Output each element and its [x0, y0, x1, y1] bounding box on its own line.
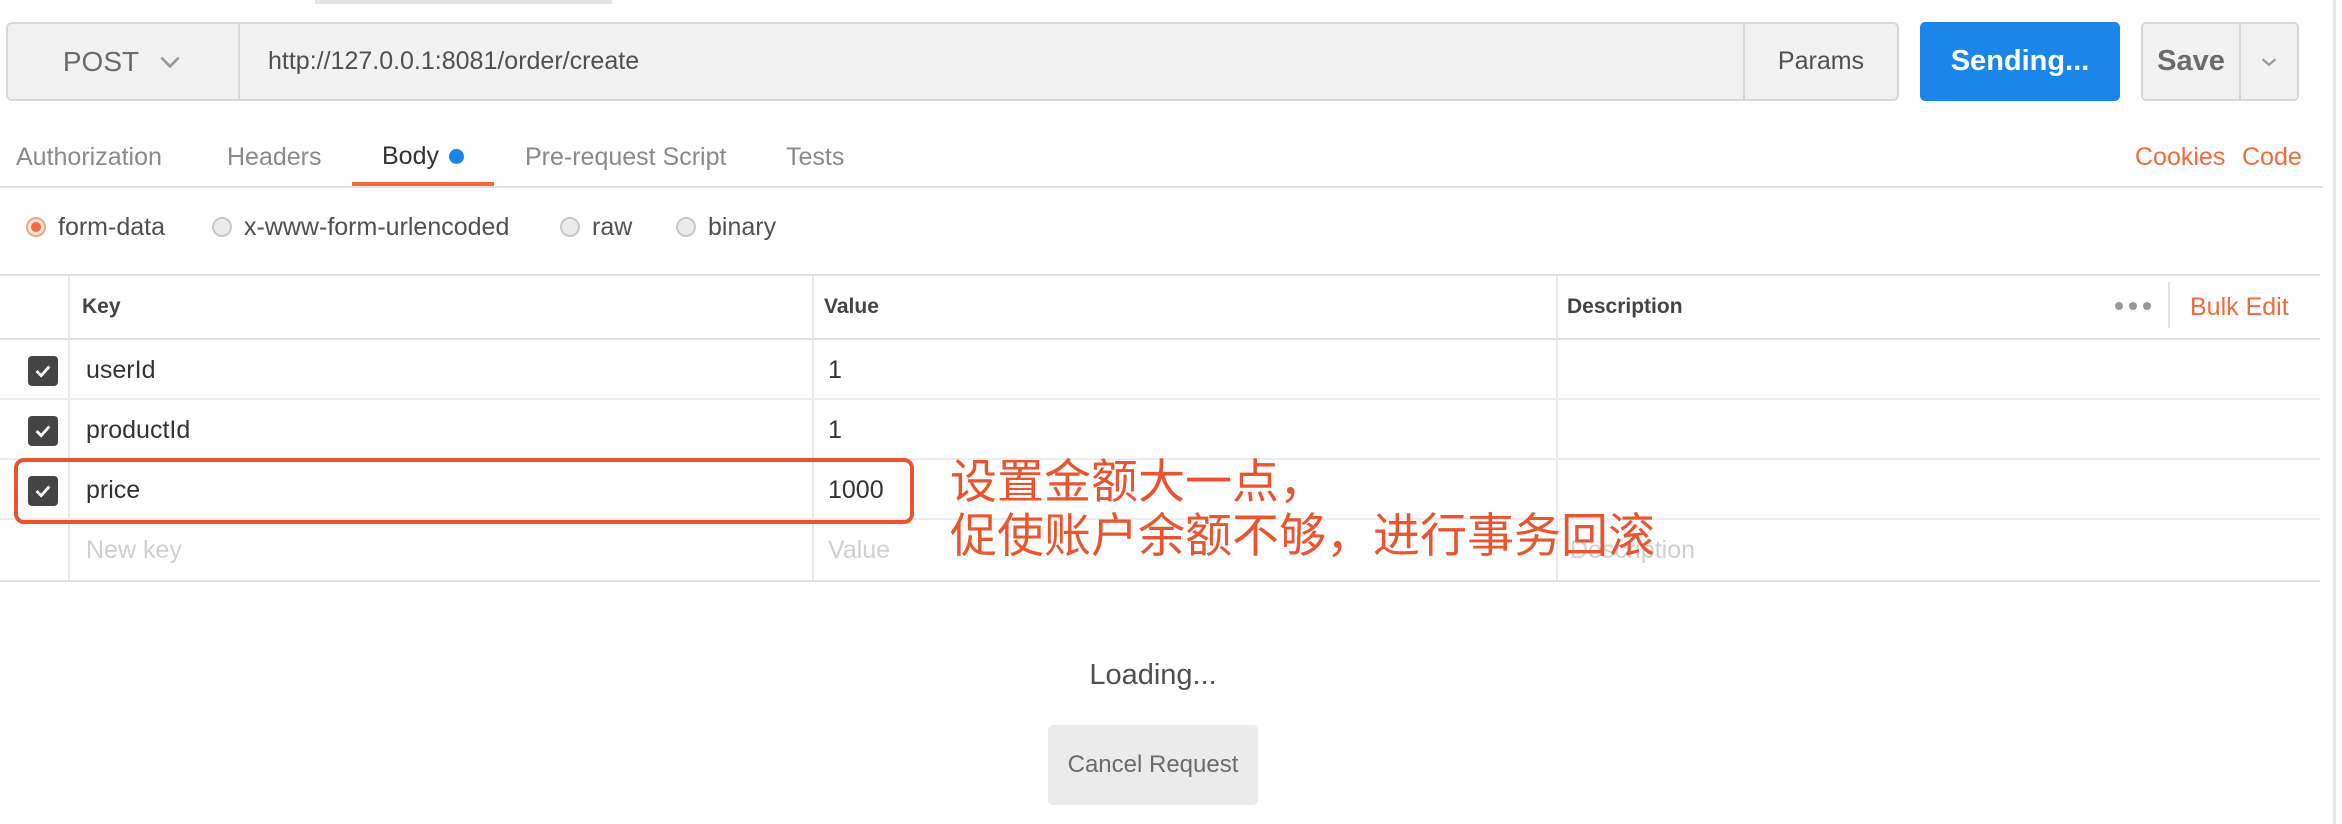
code-link[interactable]: Code — [2242, 130, 2302, 184]
send-button[interactable]: Sending... — [1920, 22, 2120, 101]
url-input[interactable]: http://127.0.0.1:8081/order/create — [240, 24, 1745, 99]
annotation-highlight-box — [14, 458, 914, 524]
tab-label: Tests — [786, 142, 845, 171]
column-divider — [812, 276, 814, 580]
row-checkbox[interactable] — [28, 356, 58, 386]
tab-authorization[interactable]: Authorization — [16, 130, 162, 184]
new-value-input[interactable]: Value — [828, 520, 890, 580]
value-cell[interactable]: 1 — [828, 340, 842, 400]
tab-label: Body — [382, 141, 439, 170]
tab-body[interactable]: Body — [352, 130, 494, 186]
loading-status: Loading... — [1089, 658, 1217, 691]
row-checkbox[interactable] — [28, 416, 58, 446]
radio-label: raw — [592, 212, 633, 241]
radio-label: form-data — [58, 212, 165, 241]
radio-x-www-form-urlencoded[interactable]: x-www-form-urlencoded — [212, 200, 509, 254]
body-mode-options: form-data x-www-form-urlencoded raw bina… — [0, 200, 2323, 254]
tab-pre-request-script[interactable]: Pre-request Script — [525, 130, 726, 184]
header-divider — [0, 338, 2320, 340]
params-button[interactable]: Params — [1745, 24, 1897, 99]
key-cell[interactable]: userId — [86, 340, 155, 400]
chevron-down-icon — [2261, 57, 2277, 66]
radio-raw[interactable]: raw — [560, 200, 632, 254]
annotation-line: 促使账户余额不够，进行事务回滚 — [950, 509, 1655, 564]
tab-headers[interactable]: Headers — [227, 130, 322, 184]
checkmark-icon — [35, 425, 51, 438]
radio-form-data[interactable]: form-data — [26, 200, 165, 254]
annotation-line: 设置金额大一点， — [950, 455, 1326, 510]
save-group: Save — [2141, 22, 2299, 101]
radio-icon — [212, 217, 232, 237]
header-divider — [2168, 282, 2170, 328]
tab-label: Pre-request Script — [525, 142, 727, 171]
request-tabs: Authorization Headers Body Pre-request S… — [0, 130, 2323, 188]
tab-label: Headers — [227, 142, 322, 171]
more-options-icon[interactable] — [2115, 296, 2151, 316]
request-tab-edge — [315, 0, 612, 4]
radio-icon — [676, 217, 696, 237]
cookies-link[interactable]: Cookies — [2135, 130, 2225, 184]
tab-tests[interactable]: Tests — [786, 130, 844, 184]
scrollbar[interactable] — [2333, 0, 2336, 824]
column-header-value: Value — [824, 295, 879, 318]
radio-icon — [560, 217, 580, 237]
request-bar: POST http://127.0.0.1:8081/order/create … — [6, 22, 1899, 101]
method-select[interactable]: POST — [8, 24, 240, 99]
column-header-description: Description — [1567, 295, 1683, 318]
radio-label: binary — [708, 212, 777, 241]
checkmark-icon — [35, 365, 51, 378]
radio-binary[interactable]: binary — [676, 200, 776, 254]
postman-request-view: POST http://127.0.0.1:8081/order/create … — [0, 0, 2342, 824]
new-key-input[interactable]: New key — [86, 520, 182, 580]
radio-selected-icon — [26, 217, 46, 237]
key-cell[interactable]: productId — [86, 400, 190, 460]
save-button[interactable]: Save — [2143, 24, 2241, 99]
radio-label: x-www-form-urlencoded — [244, 212, 510, 241]
body-indicator-dot — [448, 148, 464, 164]
bulk-edit-link[interactable]: Bulk Edit — [2190, 290, 2289, 324]
value-cell[interactable]: 1 — [828, 400, 842, 460]
chevron-down-icon — [160, 56, 180, 68]
column-header-key: Key — [82, 295, 121, 318]
save-options-button[interactable] — [2241, 24, 2297, 99]
tab-label: Authorization — [16, 142, 162, 171]
cancel-request-button[interactable]: Cancel Request — [1048, 725, 1258, 805]
method-label: POST — [62, 45, 140, 77]
column-divider — [68, 276, 70, 580]
annotation-text: 设置金额大一点， 促使账户余额不够，进行事务回滚 — [950, 456, 1655, 564]
row-divider — [0, 398, 2320, 400]
